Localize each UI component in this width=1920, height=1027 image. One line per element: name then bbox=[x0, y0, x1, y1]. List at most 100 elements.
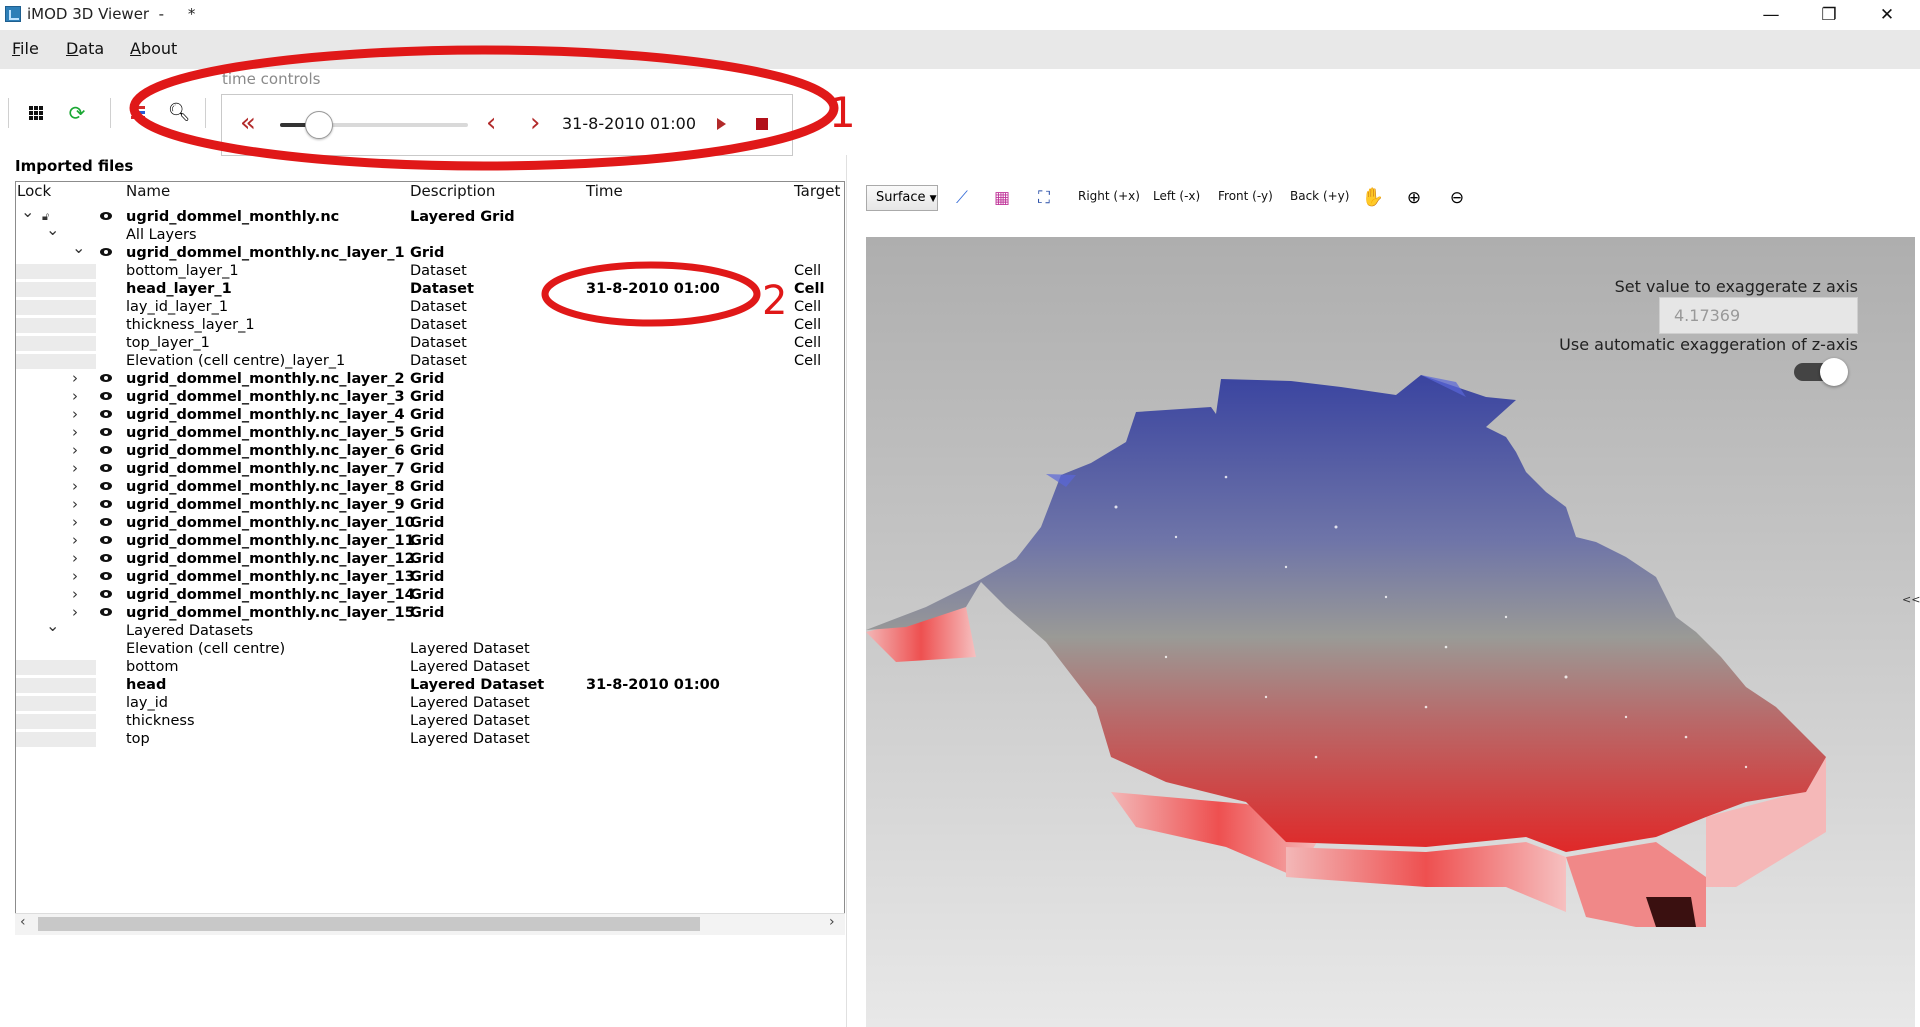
column-header-description[interactable]: Description bbox=[410, 182, 495, 200]
tree-row[interactable]: bottom Layered Dataset bbox=[16, 658, 844, 676]
chevron-right-icon[interactable]: › bbox=[72, 603, 78, 621]
tree-row[interactable]: › ugrid_dommel_monthly.nc_layer_3 Grid bbox=[16, 387, 844, 406]
tree-row[interactable]: › ugrid_dommel_monthly.nc_layer_4 Grid bbox=[16, 405, 844, 424]
visibility-eye-icon[interactable] bbox=[100, 446, 112, 454]
grid-icon[interactable] bbox=[19, 97, 53, 129]
zoom-out-icon[interactable]: ⊖ bbox=[1445, 186, 1469, 210]
visibility-eye-icon[interactable] bbox=[100, 500, 112, 508]
chevron-right-icon[interactable]: › bbox=[72, 459, 78, 477]
chevron-down-icon[interactable]: ⌄ bbox=[72, 239, 85, 257]
tree-row[interactable]: head Layered Dataset 31-8-2010 01:00 bbox=[16, 676, 844, 694]
chevron-right-icon[interactable]: › bbox=[72, 405, 78, 423]
view-right-button[interactable]: Right (+x) bbox=[1078, 189, 1140, 203]
pan-hand-icon[interactable]: ✋ bbox=[1361, 186, 1385, 210]
tree-row[interactable]: ⌄ All Layers bbox=[16, 221, 844, 244]
chevron-right-icon[interactable]: › bbox=[72, 531, 78, 549]
tree-row[interactable]: › ugrid_dommel_monthly.nc_layer_2 Grid bbox=[16, 369, 844, 388]
view-front-button[interactable]: Front (-y) bbox=[1218, 189, 1273, 203]
lock-cell[interactable] bbox=[16, 354, 96, 369]
chevron-right-icon[interactable]: › bbox=[72, 567, 78, 585]
visibility-eye-icon[interactable] bbox=[100, 374, 112, 382]
visibility-eye-icon[interactable] bbox=[100, 554, 112, 562]
panel-divider[interactable] bbox=[846, 155, 847, 1027]
scroll-right-icon[interactable]: › bbox=[829, 914, 835, 930]
chevron-right-icon[interactable]: › bbox=[72, 387, 78, 405]
visibility-eye-icon[interactable] bbox=[100, 590, 112, 598]
tree-row[interactable]: thickness Layered Dataset bbox=[16, 712, 844, 730]
zoom-in-icon[interactable]: ⊕ bbox=[1402, 186, 1426, 210]
tree-row[interactable]: › ugrid_dommel_monthly.nc_layer_14 Grid bbox=[16, 585, 844, 604]
column-header-lock[interactable]: Lock bbox=[17, 182, 51, 200]
chevron-down-icon[interactable]: ⌄ bbox=[46, 617, 59, 635]
lock-cell[interactable] bbox=[16, 732, 96, 747]
visibility-eye-icon[interactable] bbox=[100, 248, 112, 256]
chevron-right-icon[interactable]: › bbox=[72, 477, 78, 495]
menu-file[interactable]: File bbox=[12, 39, 39, 58]
lock-cell[interactable] bbox=[16, 696, 96, 711]
tree-row[interactable]: › ugrid_dommel_monthly.nc_layer_13 Grid bbox=[16, 567, 844, 586]
tree-row[interactable]: › ugrid_dommel_monthly.nc_layer_7 Grid bbox=[16, 459, 844, 478]
chevron-down-icon[interactable]: ⌄ bbox=[46, 221, 59, 239]
tree-row[interactable]: Elevation (cell centre)_layer_1 Dataset Ce… bbox=[16, 352, 844, 370]
scroll-left-icon[interactable]: ‹ bbox=[20, 914, 26, 930]
chevron-right-icon[interactable]: › bbox=[72, 369, 78, 387]
column-header-target[interactable]: Target bbox=[794, 182, 840, 200]
surface-dropdown[interactable]: Surface ▼ bbox=[866, 185, 938, 211]
visibility-eye-icon[interactable] bbox=[100, 482, 112, 490]
visibility-eye-icon[interactable] bbox=[100, 428, 112, 436]
chevron-right-icon[interactable]: › bbox=[72, 423, 78, 441]
visibility-eye-icon[interactable] bbox=[100, 392, 112, 400]
collapse-panel-button[interactable]: << bbox=[1902, 593, 1920, 606]
chevron-right-icon[interactable]: › bbox=[72, 495, 78, 513]
view-left-button[interactable]: Left (-x) bbox=[1153, 189, 1200, 203]
visibility-eye-icon[interactable] bbox=[100, 608, 112, 616]
lock-cell[interactable] bbox=[16, 678, 96, 693]
tree-row[interactable]: top_layer_1 Dataset Cell bbox=[16, 334, 844, 352]
tree-row[interactable]: top Layered Dataset bbox=[16, 730, 844, 748]
3d-viewport[interactable] bbox=[866, 237, 1915, 1027]
menu-data[interactable]: Data bbox=[66, 39, 104, 58]
visibility-eye-icon[interactable] bbox=[100, 410, 112, 418]
chevron-right-icon[interactable]: › bbox=[72, 585, 78, 603]
chevron-right-icon[interactable]: › bbox=[72, 513, 78, 531]
auto-exaggeration-toggle-knob[interactable] bbox=[1820, 358, 1848, 386]
tree-row[interactable]: › ugrid_dommel_monthly.nc_layer_9 Grid bbox=[16, 495, 844, 514]
visibility-eye-icon[interactable] bbox=[100, 536, 112, 544]
lock-cell[interactable] bbox=[16, 660, 96, 675]
exaggeration-input[interactable]: 4.17369 bbox=[1659, 297, 1858, 334]
lock-cell[interactable] bbox=[16, 264, 96, 279]
lock-cell[interactable] bbox=[16, 282, 96, 297]
lock-cell[interactable] bbox=[16, 300, 96, 315]
tree-row[interactable]: 🔓︎ ⌄ ugrid_dommel_monthly.nc Layered Grid bbox=[16, 203, 844, 226]
column-header-time[interactable]: Time bbox=[586, 182, 623, 200]
tree-row[interactable]: › ugrid_dommel_monthly.nc_layer_12 Grid bbox=[16, 549, 844, 568]
tree-row[interactable]: › ugrid_dommel_monthly.nc_layer_15 Grid bbox=[16, 603, 844, 622]
chevron-right-icon[interactable]: › bbox=[72, 549, 78, 567]
horizontal-scrollbar-thumb[interactable] bbox=[38, 917, 700, 931]
visibility-eye-icon[interactable] bbox=[100, 572, 112, 580]
tree-row[interactable]: lay_id Layered Dataset bbox=[16, 694, 844, 712]
tree-row[interactable]: Elevation (cell centre) Layered Dataset bbox=[16, 640, 844, 658]
lock-cell[interactable] bbox=[16, 336, 96, 351]
tree-row[interactable]: › ugrid_dommel_monthly.nc_layer_8 Grid bbox=[16, 477, 844, 496]
tree-row[interactable]: ⌄ Layered Datasets bbox=[16, 617, 844, 640]
chevron-down-icon[interactable]: ⌄ bbox=[21, 203, 34, 221]
refresh-icon[interactable]: ⟳ bbox=[60, 97, 94, 129]
tree-row[interactable]: › ugrid_dommel_monthly.nc_layer_11 Grid bbox=[16, 531, 844, 550]
fit-view-icon[interactable]: ⛶ bbox=[1032, 186, 1056, 210]
minimize-button[interactable]: — bbox=[1742, 0, 1800, 30]
close-button[interactable]: ✕ bbox=[1858, 0, 1916, 30]
chevron-right-icon[interactable]: › bbox=[72, 441, 78, 459]
view-back-button[interactable]: Back (+y) bbox=[1290, 189, 1349, 203]
visibility-eye-icon[interactable] bbox=[100, 518, 112, 526]
tree-row[interactable]: › ugrid_dommel_monthly.nc_layer_5 Grid bbox=[16, 423, 844, 442]
bounding-box-icon[interactable]: ▦ bbox=[990, 186, 1014, 210]
maximize-button[interactable]: ❐ bbox=[1800, 0, 1858, 30]
lock-cell[interactable] bbox=[16, 318, 96, 333]
tree-row[interactable]: › ugrid_dommel_monthly.nc_layer_10 Grid bbox=[16, 513, 844, 532]
lock-cell[interactable] bbox=[16, 714, 96, 729]
tree-row[interactable]: › ugrid_dommel_monthly.nc_layer_6 Grid bbox=[16, 441, 844, 460]
axes-icon[interactable]: ⟋ bbox=[950, 186, 974, 210]
visibility-eye-icon[interactable] bbox=[100, 212, 112, 220]
visibility-eye-icon[interactable] bbox=[100, 464, 112, 472]
